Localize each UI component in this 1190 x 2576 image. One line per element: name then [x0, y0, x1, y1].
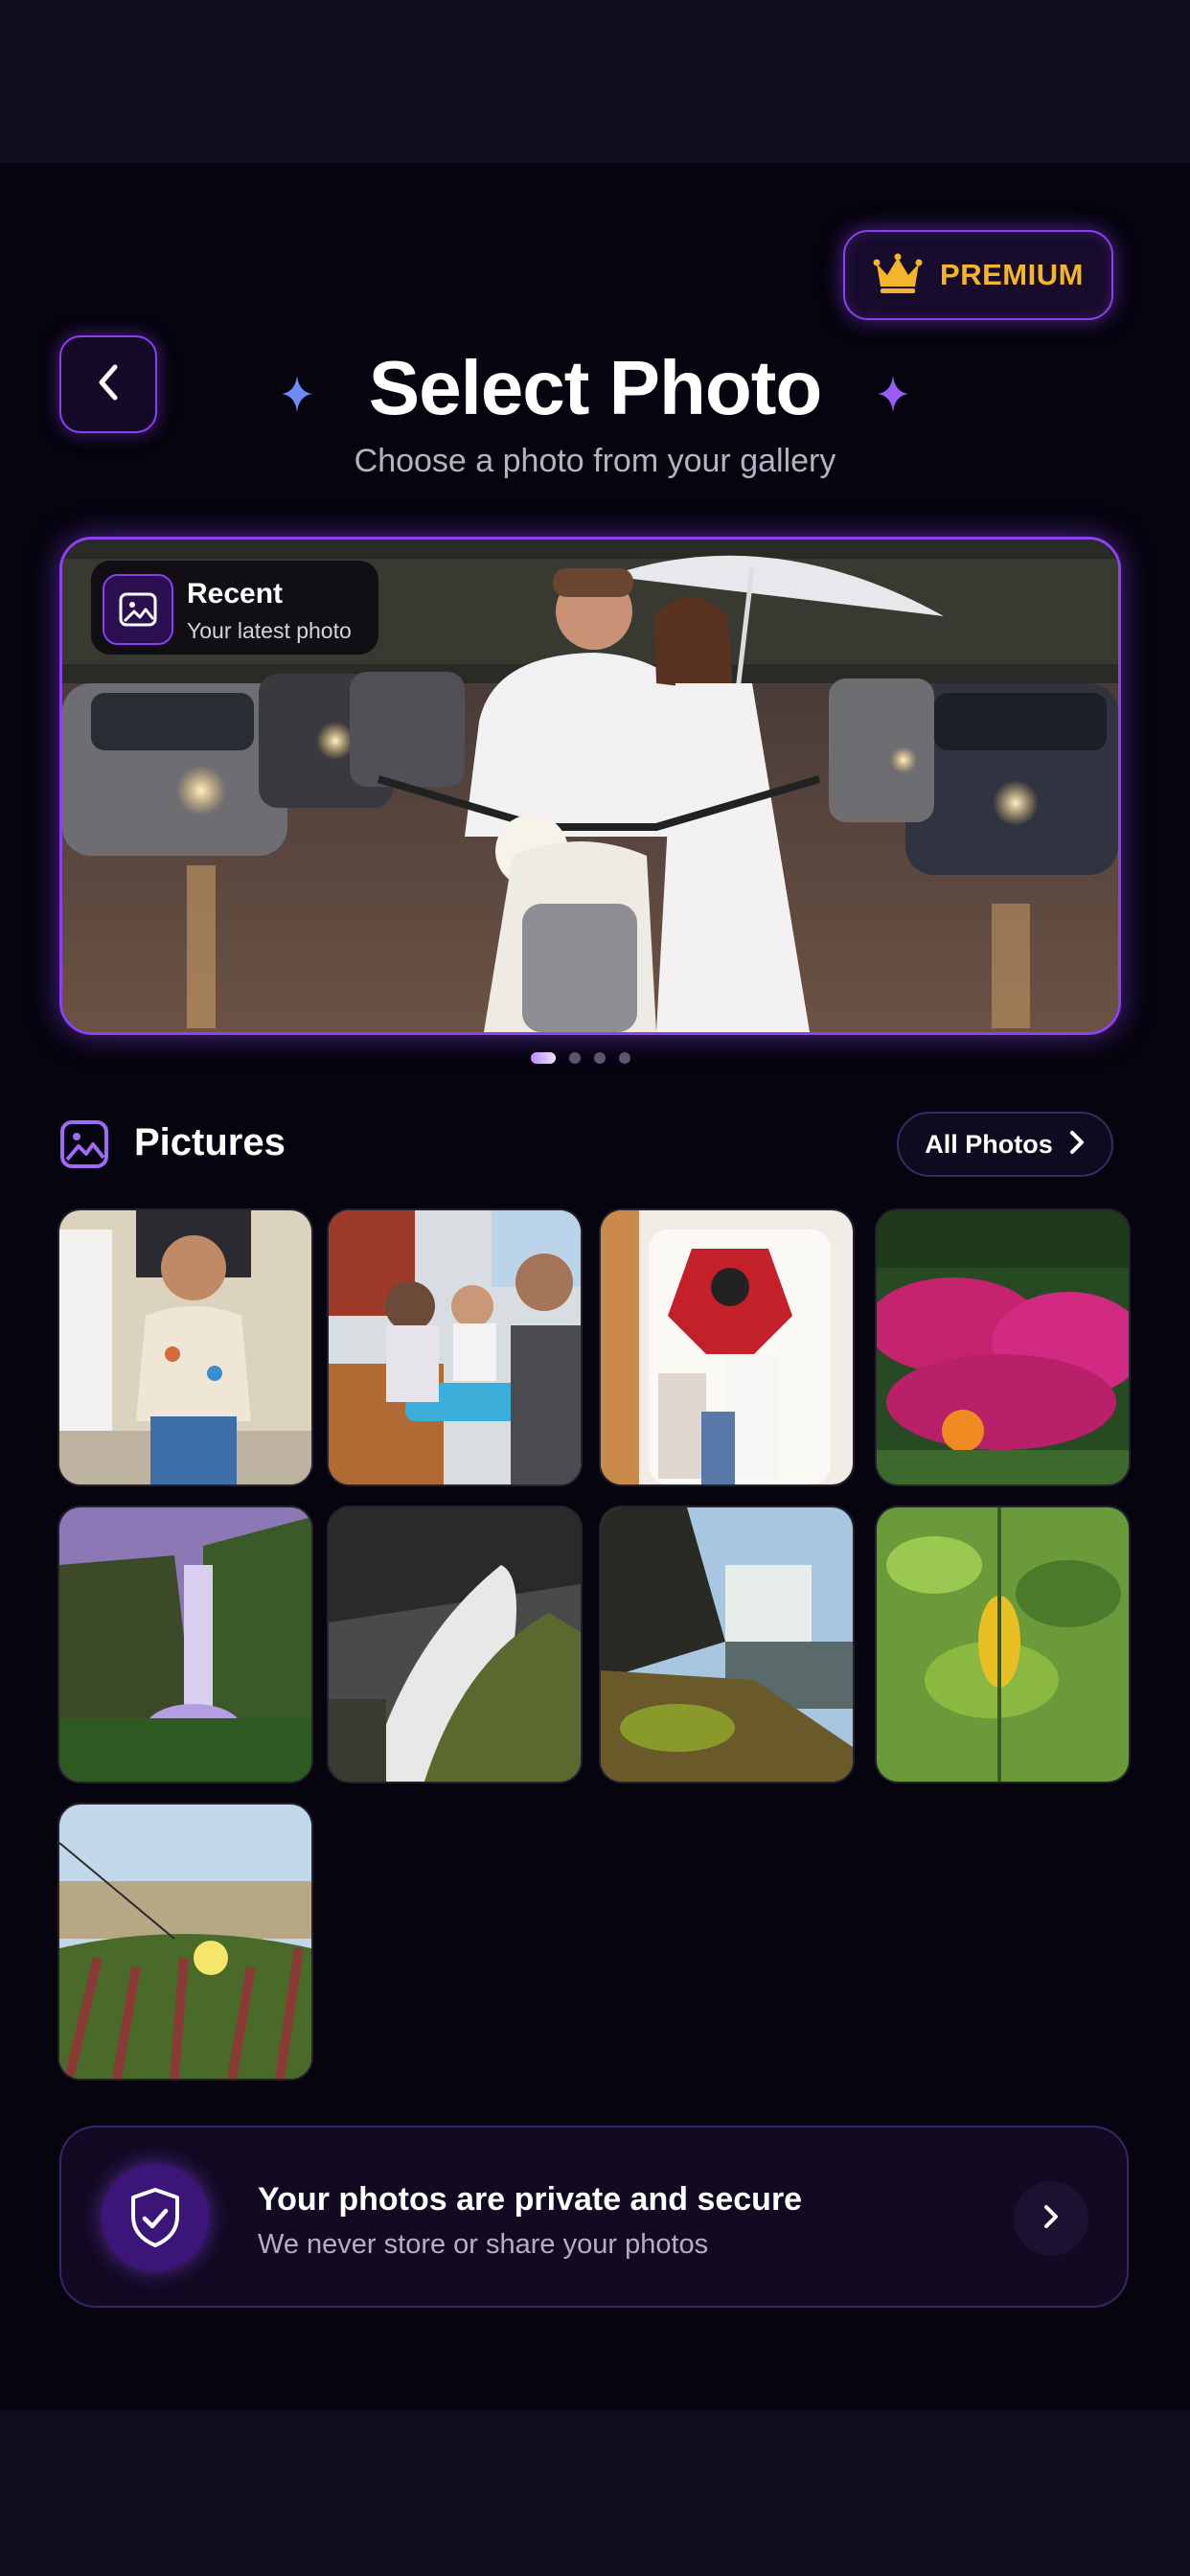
photo-thumbnail[interactable]: [59, 1805, 311, 2079]
bottom-bar-area: [0, 2410, 1190, 2576]
photo-thumbnail[interactable]: [601, 1210, 853, 1484]
title-main: Select: [368, 345, 609, 430]
privacy-title: Your photos are private and secure: [258, 2181, 803, 2218]
privacy-subtitle: We never store or share your photos: [258, 2229, 709, 2260]
privacy-arrow-button[interactable]: [1014, 2181, 1088, 2256]
magenta-flowers-photo: [877, 1210, 1129, 1484]
child-portrait-photo: [59, 1210, 311, 1484]
premium-label: PREMIUM: [940, 258, 1084, 291]
page-title: Select Photo: [0, 337, 1190, 438]
chevron-right-icon: [1068, 1129, 1086, 1161]
pagination-dot[interactable]: [594, 1052, 606, 1064]
green-leaves-photo: [877, 1507, 1129, 1782]
pictures-title: Pictures: [134, 1121, 286, 1163]
recent-subtitle: Your latest photo: [187, 618, 352, 643]
photo-thumbnail[interactable]: [59, 1210, 311, 1484]
pagination-dot[interactable]: [569, 1052, 581, 1064]
page-subtitle: Choose a photo from your gallery: [354, 443, 836, 479]
crown-icon: [873, 252, 923, 299]
image-icon: [103, 574, 173, 645]
photo-thumbnail[interactable]: [877, 1210, 1129, 1484]
waterfall-purple-sky-photo: [59, 1507, 311, 1782]
family-restaurant-photo: [329, 1210, 581, 1484]
premium-button[interactable]: PREMIUM: [843, 230, 1113, 320]
recent-title: Recent: [187, 578, 284, 610]
gallery-icon: [59, 1119, 109, 1174]
photo-thumbnail[interactable]: [59, 1507, 311, 1782]
photo-thumbnail[interactable]: [329, 1210, 581, 1484]
carousel-pagination[interactable]: [531, 1052, 630, 1064]
status-bar-area: [0, 0, 1190, 163]
family-robot-statue-photo: [601, 1210, 853, 1484]
beach-grass-flower-photo: [59, 1805, 311, 2079]
shield-check-icon: [102, 2164, 209, 2271]
mossy-cliff-waterfall-photo: [601, 1507, 853, 1782]
all-photos-label: All Photos: [925, 1129, 1053, 1159]
photo-thumbnail[interactable]: [877, 1507, 1129, 1782]
recent-photo-card[interactable]: Recent Your latest photo: [59, 537, 1121, 1035]
privacy-card[interactable]: Your photos are private and secure We ne…: [59, 2126, 1129, 2308]
pagination-dot[interactable]: [619, 1052, 630, 1064]
black-white-waterfall-photo: [329, 1507, 581, 1782]
chevron-right-icon: [1042, 2203, 1060, 2235]
recent-badge: Recent Your latest photo: [91, 561, 378, 655]
photo-thumbnail[interactable]: [329, 1507, 581, 1782]
all-photos-button[interactable]: All Photos: [897, 1112, 1113, 1177]
title-accent: Photo: [608, 345, 823, 430]
photo-thumbnail[interactable]: [601, 1507, 853, 1782]
pagination-dot-active[interactable]: [531, 1052, 556, 1064]
